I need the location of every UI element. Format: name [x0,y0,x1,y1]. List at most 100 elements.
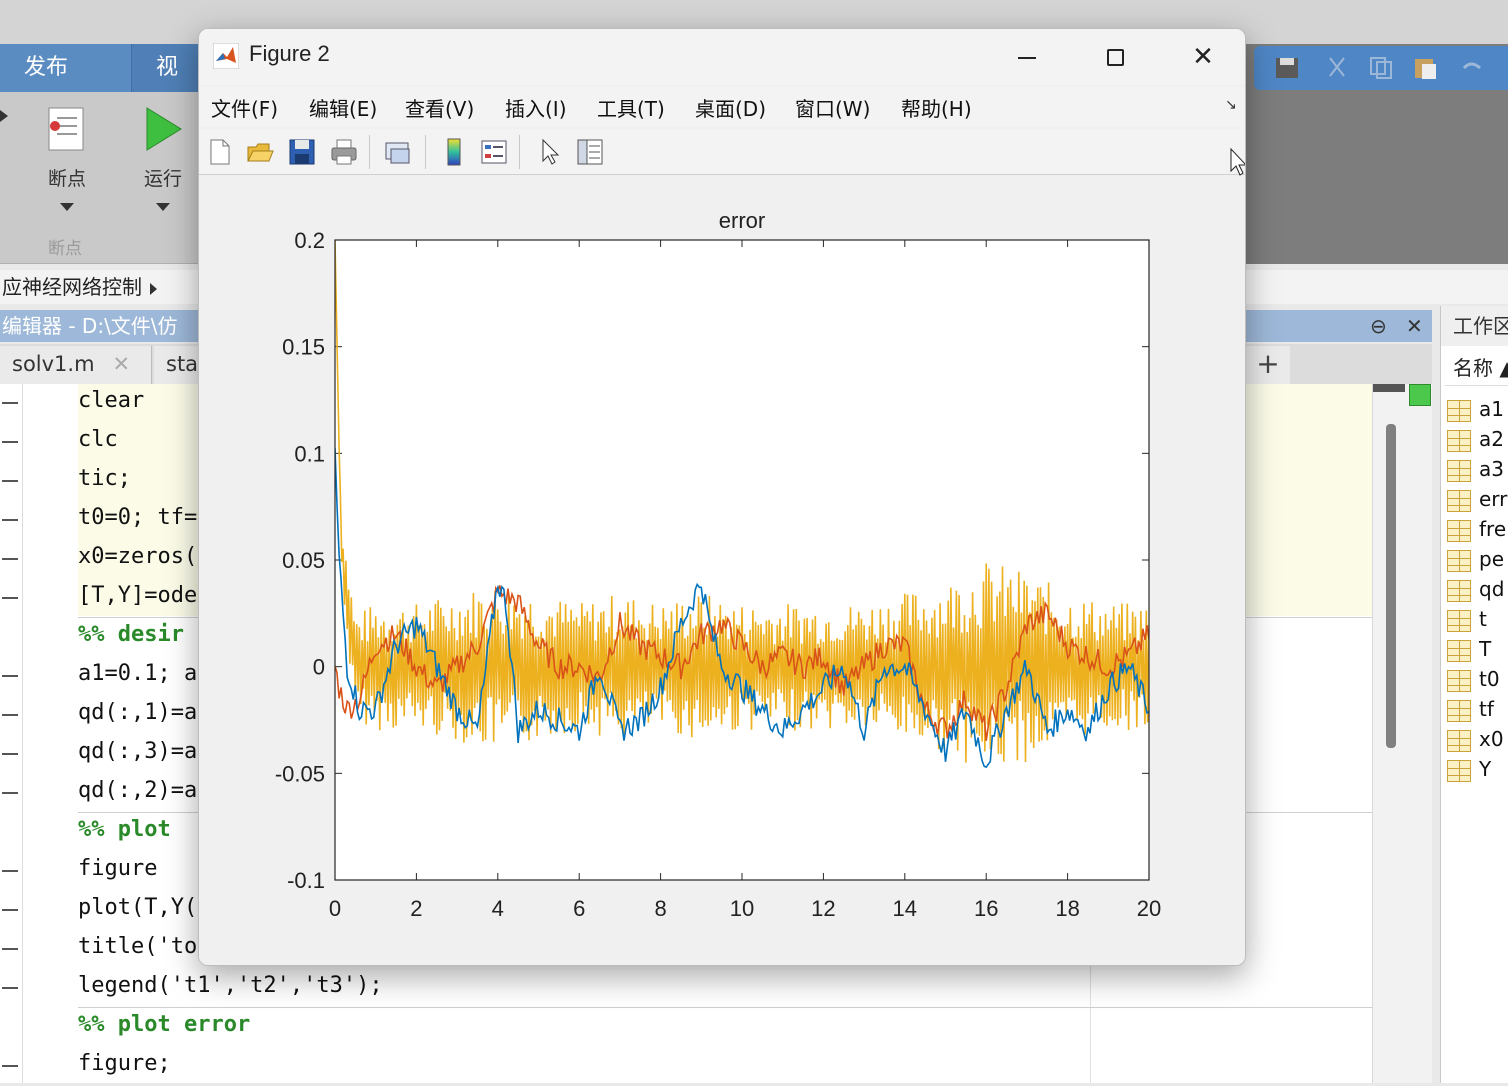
pointer-icon[interactable] [535,137,565,167]
code-line[interactable]: %% plot error [0,1007,1372,1047]
breakpoint-dash[interactable] [2,441,18,443]
workspace-variable[interactable]: a2 [1447,424,1508,454]
workspace-variable[interactable]: pe [1447,544,1508,574]
add-tab-button[interactable]: + [1246,346,1290,384]
code-text: %% plot error [78,1012,251,1037]
chevron-down-icon[interactable] [156,203,170,211]
code-text: clc [78,427,118,452]
tab-solv1[interactable]: solv1.m ✕ [0,346,152,384]
breadcrumb-folder[interactable]: 应神经网络控制 [2,275,142,299]
workspace-name-column-header[interactable]: 名称 ▲ [1445,350,1508,386]
breakpoint-dash[interactable] [2,792,18,794]
menu-file[interactable]: 文件(F) [211,93,278,122]
workspace-variable[interactable]: t [1447,604,1508,634]
menu-help[interactable]: 帮助(H) [901,93,972,122]
figure-canvas[interactable]: error 0 2 4 6 8 10 12 14 16 18 20 -0.1 -0.05 0 0.05 0.1 0… [199,176,1246,966]
variable-matrix-icon [1447,669,1471,692]
quick-access-toolbar [1254,46,1508,90]
colorbar-icon[interactable] [439,137,469,167]
paste-icon[interactable] [1412,56,1438,80]
figure-toolbar [199,129,1245,176]
code-text: a1=0.1; a [78,661,198,686]
workspace-variable[interactable]: T [1447,634,1508,664]
workspace-variable[interactable]: a1 [1447,394,1508,424]
close-button[interactable]: ✕ [1183,37,1223,77]
toolbar-separator [369,135,370,169]
breakpoint-dash[interactable] [2,870,18,872]
scrollbar-thumb[interactable] [1386,424,1396,748]
print-icon[interactable] [329,137,359,167]
code-text: plot(T,Y( [78,895,198,920]
variable-name: x0 [1479,727,1504,751]
ribbon-tab-publish[interactable]: 发布 [0,44,132,92]
ribbon-panel: 断点 运行 断点 [0,92,200,264]
breadcrumb-extension [1246,270,1508,304]
code-text: legend('t1','t2','t3'); [78,973,383,998]
save-icon[interactable] [1274,56,1300,80]
code-text: t0=0; tf= [78,505,198,530]
variable-name: err [1479,487,1508,511]
minimize-button[interactable] [1007,37,1047,77]
breakpoint-dash[interactable] [2,480,18,482]
maximize-button[interactable] [1095,37,1135,77]
panel-menu-icon[interactable]: ⊖ [1370,314,1387,338]
breakpoint-dash[interactable] [2,753,18,755]
save-icon[interactable] [287,137,317,167]
editor-scrollbar[interactable] [1372,384,1432,1083]
undo-icon[interactable] [1458,56,1484,80]
breakpoint-button[interactable]: 断点 [32,100,102,240]
menu-desktop[interactable]: 桌面(D) [695,93,766,122]
breakpoint-dash[interactable] [2,1065,18,1067]
breakpoint-dash[interactable] [2,402,18,404]
cut-icon[interactable] [1324,56,1350,80]
link-icon[interactable] [383,137,413,167]
breakpoint-dash[interactable] [2,909,18,911]
section-divider [78,1007,1372,1008]
workspace-variable[interactable]: Y [1447,754,1508,784]
code-text: figure [78,856,158,881]
x-tick-label: 8 [654,896,666,921]
menu-window[interactable]: 窗口(W) [795,93,870,122]
run-button[interactable]: 运行 [128,100,198,240]
run-icon [146,107,182,151]
menu-view[interactable]: 查看(V) [405,93,474,122]
breadcrumb[interactable]: 应神经网络控制 [0,270,200,304]
breakpoint-dash[interactable] [2,948,18,950]
code-analyzer-status-icon[interactable] [1409,384,1431,406]
menu-tools[interactable]: 工具(T) [597,93,665,122]
y-tick-label: 0.15 [282,335,325,360]
workspace-variable[interactable]: err [1447,484,1508,514]
workspace-variable[interactable]: qd [1447,574,1508,604]
workspace-variable[interactable]: a3 [1447,454,1508,484]
breakpoint-dash[interactable] [2,597,18,599]
workspace-variable[interactable]: t0 [1447,664,1508,694]
run-label: 运行 [143,168,182,190]
code-line[interactable]: figure; [0,1047,1372,1086]
breakpoint-dash[interactable] [2,714,18,716]
variable-matrix-icon [1447,519,1471,542]
code-text: title('to [78,934,198,959]
figure-titlebar[interactable]: Figure 2 ✕ [199,29,1245,85]
breakpoint-dash[interactable] [2,987,18,989]
copy-icon[interactable] [1368,56,1394,80]
breakpoint-dash[interactable] [2,675,18,677]
chevron-down-icon[interactable] [60,203,74,211]
menu-edit[interactable]: 编辑(E) [309,93,377,122]
menu-insert[interactable]: 插入(I) [505,93,567,122]
breakpoint-dash[interactable] [2,519,18,521]
menubar-expand-icon[interactable]: ↘ [1225,97,1237,113]
variable-name: qd [1479,577,1505,601]
error-plot[interactable]: error 0 2 4 6 8 10 12 14 16 18 20 -0.1 -0.05 0 0.05 0.1 0… [199,176,1246,966]
breakpoint-dash[interactable] [2,558,18,560]
close-icon[interactable]: ✕ [113,352,131,376]
code-line[interactable]: legend('t1','t2','t3'); [0,969,1372,1008]
open-icon[interactable] [245,137,275,167]
workspace-variable[interactable]: fre [1447,514,1508,544]
workspace-variable[interactable]: tf [1447,694,1508,724]
close-icon[interactable]: ✕ [1406,314,1423,338]
workspace-variable[interactable]: x0 [1447,724,1508,754]
new-figure-icon[interactable] [205,137,235,167]
property-editor-icon[interactable] [575,137,605,167]
caret-right-icon[interactable] [150,282,157,295]
legend-icon[interactable] [479,137,509,167]
